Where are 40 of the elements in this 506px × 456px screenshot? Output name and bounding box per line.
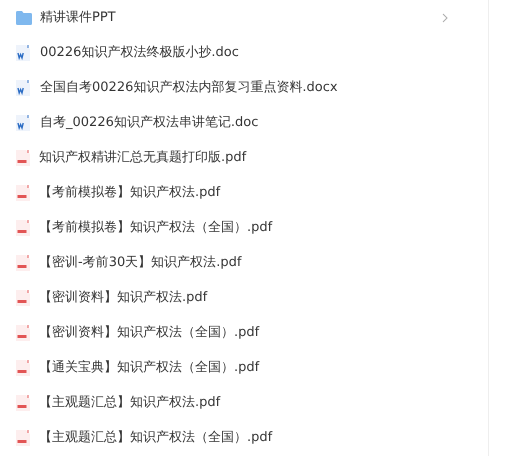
file-row[interactable]: 【考前模拟卷】知识产权法.pdf (0, 175, 488, 210)
file-row[interactable]: 【密训资料】知识产权法.pdf (0, 280, 488, 315)
file-row[interactable]: 【主观题汇总】知识产权法（全国）.pdf (0, 420, 488, 455)
file-name: 【考前模拟卷】知识产权法.pdf (39, 184, 220, 202)
file-row[interactable]: 00226知识产权法终极版小抄.doc (0, 35, 488, 70)
file-name: 【密训-考前30天】知识产权法.pdf (39, 254, 242, 272)
file-row[interactable]: 【考前模拟卷】知识产权法（全国）.pdf (0, 210, 488, 245)
pdf-document-icon (16, 290, 30, 306)
file-row[interactable]: 知识产权精讲汇总无真题打印版.pdf (0, 140, 488, 175)
file-name: 【密训资料】知识产权法（全国）.pdf (39, 324, 260, 342)
pdf-document-icon (16, 254, 30, 270)
file-name: 【密训资料】知识产权法.pdf (39, 288, 208, 307)
file-row[interactable]: 【通关宝典】知识产权法（全国）.pdf (0, 350, 488, 385)
word-document-icon (16, 114, 30, 130)
pdf-document-icon (16, 150, 30, 166)
pdf-document-icon (16, 360, 30, 376)
file-row[interactable]: 自考_00226知识产权法串讲笔记.doc (0, 105, 488, 140)
file-row[interactable]: 【密训资料】知识产权法（全国）.pdf (0, 315, 488, 350)
pdf-document-icon (16, 394, 30, 410)
file-row[interactable]: 精讲课件PPT (0, 0, 488, 35)
file-name: 【主观题汇总】知识产权法（全国）.pdf (39, 428, 272, 447)
chevron-right-icon (442, 12, 448, 22)
file-name: 00226知识产权法终极版小抄.doc (40, 44, 239, 62)
file-name: 【主观题汇总】知识产权法.pdf (39, 394, 220, 412)
pdf-document-icon (16, 184, 30, 200)
file-name: 精讲课件PPT (40, 8, 116, 27)
word-document-icon (16, 80, 30, 96)
file-name: 【考前模拟卷】知识产权法（全国）.pdf (39, 218, 272, 237)
file-name: 全国自考00226知识产权法内部复习重点资料.docx (40, 78, 338, 97)
file-name: 知识产权精讲汇总无真题打印版.pdf (39, 148, 246, 167)
folder-icon (16, 10, 32, 24)
pdf-document-icon (16, 324, 30, 340)
file-name: 自考_00226知识产权法串讲笔记.doc (40, 114, 258, 132)
file-row[interactable]: 全国自考00226知识产权法内部复习重点资料.docx (0, 70, 488, 105)
pdf-document-icon (16, 220, 30, 236)
file-name: 【通关宝典】知识产权法（全国）.pdf (39, 358, 260, 377)
pdf-document-icon (16, 430, 30, 446)
file-row[interactable]: 【密训-考前30天】知识产权法.pdf (0, 245, 488, 280)
file-row[interactable]: 【主观题汇总】知识产权法.pdf (0, 385, 488, 420)
word-document-icon (16, 44, 30, 60)
